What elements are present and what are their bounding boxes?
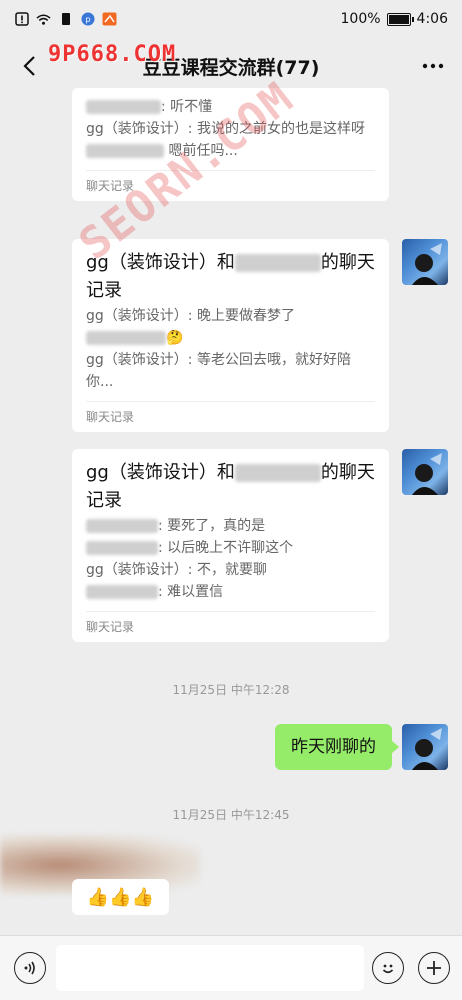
plus-icon	[427, 961, 441, 975]
back-button[interactable]	[14, 51, 44, 81]
app-notification-icon: p	[80, 12, 95, 27]
more-button[interactable]	[418, 51, 448, 81]
blurred-name	[86, 144, 164, 158]
sim-icon	[58, 12, 73, 27]
blurred-name	[86, 331, 166, 345]
blurred-name	[234, 464, 321, 482]
chat-record-title: gg（装饰设计）和 的聊天记录	[86, 252, 375, 301]
input-bar	[0, 935, 462, 1000]
voice-icon	[24, 961, 35, 975]
card-line: gg（装饰设计）: 不，就要聊	[86, 562, 267, 578]
chat-record-card-3[interactable]: gg（装饰设计）和 的聊天记录 : 要死了，真的是 : 以后晚上不许聊这个 gg（…	[72, 449, 389, 642]
clock: 4:06	[416, 11, 448, 27]
chevron-left-icon	[23, 56, 35, 76]
status-bar: p 100% 4:06	[0, 0, 462, 38]
blurred-name	[234, 254, 321, 272]
more-dots-icon	[422, 63, 444, 69]
card-line: : 难以置信	[86, 581, 375, 603]
blurred-name	[86, 541, 158, 555]
emoji-icon	[382, 964, 394, 974]
message-input[interactable]	[56, 945, 364, 991]
card-line: : 要死了，真的是	[86, 515, 375, 537]
battery-percent: 100%	[340, 11, 381, 27]
watermark-top: 9P668.COM	[48, 42, 177, 67]
card-line: gg（装饰设计）: 晚上要做春梦了	[86, 308, 295, 324]
battery-icon	[386, 12, 414, 26]
chat-record-label: 聊天记录	[86, 401, 375, 432]
blurred-name	[86, 519, 158, 533]
plus-button[interactable]	[418, 952, 450, 984]
status-right: 100% 4:06	[341, 11, 448, 27]
battery-level	[388, 14, 409, 24]
chat-record-label: 聊天记录	[86, 611, 375, 642]
emoji-button[interactable]	[372, 952, 404, 984]
card-line: : 以后晚上不许聊这个	[86, 537, 375, 559]
my-message-bubble[interactable]: 昨天刚聊的	[275, 724, 399, 770]
thumbs-up-message[interactable]: 👍👍👍	[72, 879, 169, 915]
timestamp: 11月25日 中午12:45	[172, 808, 290, 822]
app-notification-icon-2	[102, 12, 117, 27]
card-line: 🤔	[86, 327, 375, 349]
blurred-name	[86, 585, 158, 599]
svg-text:p: p	[85, 15, 90, 24]
chat-record-title: gg（装饰设计）和 的聊天记录	[86, 462, 375, 511]
timestamp: 11月25日 中午12:28	[172, 683, 290, 697]
status-icons-left: p	[14, 12, 117, 27]
card-line: gg（装饰设计）: 等老公回去哦，就好好陪你...	[86, 352, 351, 390]
voice-button[interactable]	[14, 952, 46, 984]
chat-record-card-2[interactable]: gg（装饰设计）和 的聊天记录 gg（装饰设计）: 晚上要做春梦了 🤔 gg（装饰…	[72, 239, 389, 432]
wifi-icon	[36, 12, 51, 27]
blurred-name	[86, 100, 161, 114]
my-avatar[interactable]	[402, 239, 448, 285]
my-avatar[interactable]	[402, 449, 448, 495]
my-avatar[interactable]	[402, 724, 448, 770]
alert-icon	[14, 12, 29, 27]
